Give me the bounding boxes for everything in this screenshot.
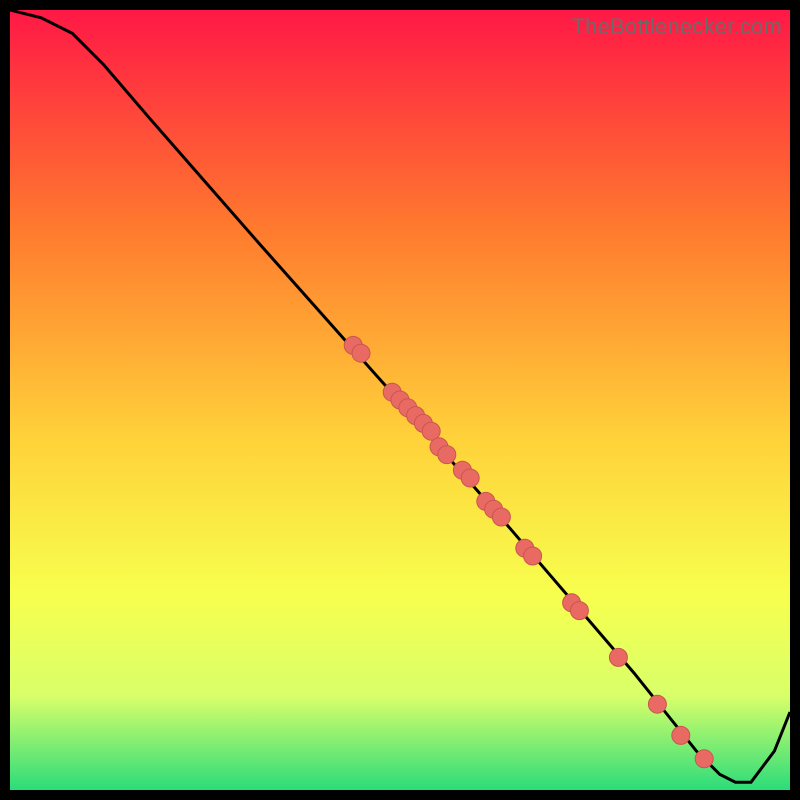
data-point — [461, 469, 479, 487]
data-point — [648, 695, 666, 713]
data-point — [352, 344, 370, 362]
data-point — [438, 446, 456, 464]
data-point — [695, 750, 713, 768]
data-point — [570, 602, 588, 620]
bottleneck-chart — [10, 10, 790, 790]
data-point — [524, 547, 542, 565]
data-point — [672, 726, 690, 744]
data-point — [609, 648, 627, 666]
data-point — [492, 508, 510, 526]
chart-frame: TheBottlenecker.com — [10, 10, 790, 790]
